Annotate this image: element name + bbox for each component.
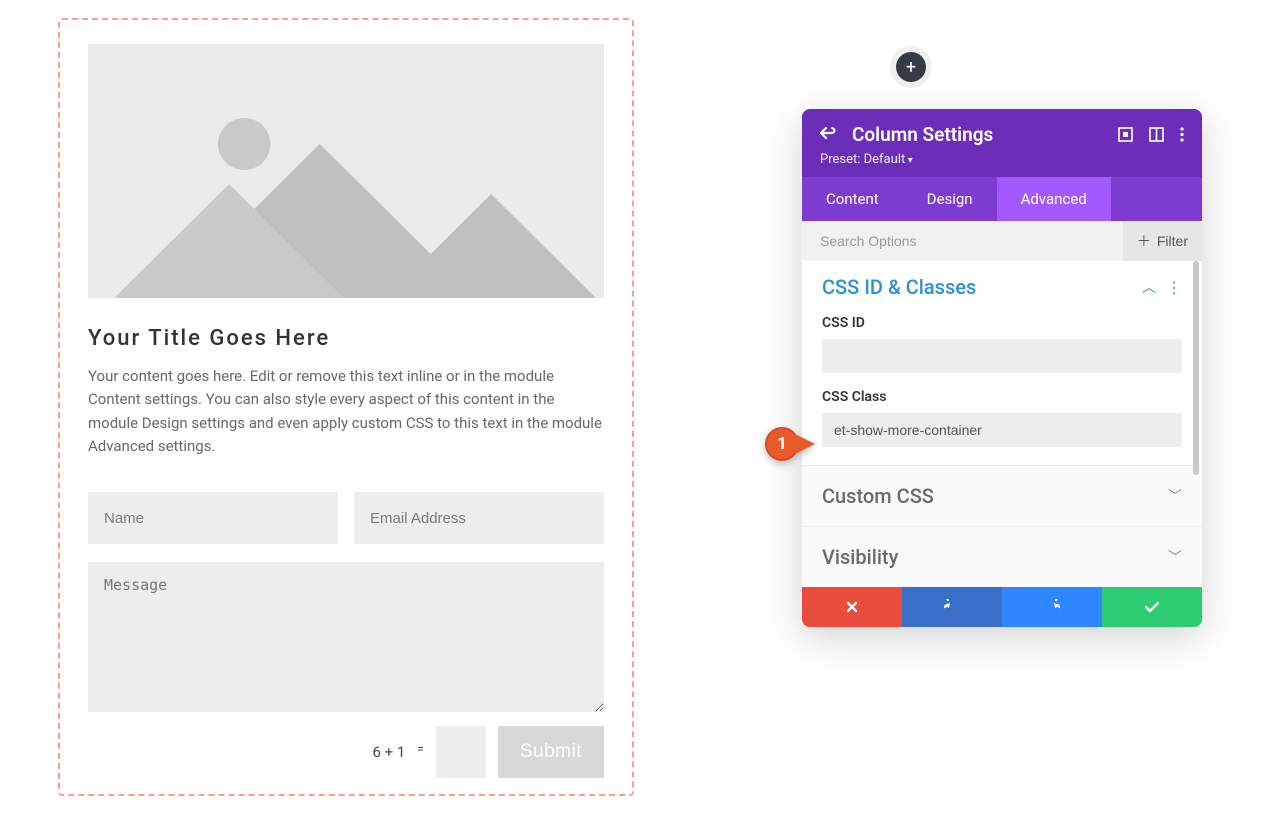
chevron-down-icon: ﹀: [1168, 486, 1182, 506]
chevron-up-icon[interactable]: ︿: [1142, 277, 1156, 297]
css-class-input[interactable]: [822, 413, 1182, 447]
add-fab[interactable]: +: [896, 52, 926, 82]
form-row: [88, 492, 604, 544]
message-field[interactable]: [88, 562, 604, 712]
scrollbar[interactable]: [1193, 261, 1199, 475]
undo-button[interactable]: [902, 587, 1002, 627]
save-button[interactable]: [1102, 587, 1202, 627]
undo-icon: [944, 598, 960, 617]
tab-advanced[interactable]: Advanced: [997, 177, 1111, 221]
callout-arrow-icon: [795, 434, 815, 454]
section-title: Custom CSS: [822, 484, 1168, 508]
section-css-id-classes: CSS ID & Classes ︿ ⋮ CSS ID CSS Class: [802, 261, 1202, 466]
close-icon: [846, 598, 858, 617]
panel-body: CSS ID & Classes ︿ ⋮ CSS ID CSS Class Cu…: [802, 261, 1202, 587]
tab-design[interactable]: Design: [903, 177, 997, 221]
plus-icon: +: [906, 57, 916, 78]
panel-tabs: Content Design Advanced: [802, 177, 1202, 221]
filter-button[interactable]: ＋ Filter: [1123, 221, 1202, 261]
submit-button[interactable]: Submit: [498, 726, 604, 778]
tab-content[interactable]: Content: [802, 177, 903, 221]
cancel-button[interactable]: [802, 587, 902, 627]
section-visibility[interactable]: Visibility ﹀: [802, 527, 1202, 587]
plus-icon: ＋: [1137, 231, 1151, 251]
kebab-icon[interactable]: [1180, 127, 1184, 142]
panel-footer: [802, 587, 1202, 627]
kebab-icon[interactable]: ⋮: [1166, 278, 1182, 297]
settings-panel: Column Settings Preset: Default Content …: [802, 109, 1202, 627]
name-field[interactable]: [88, 492, 338, 544]
content-column: Your Title Goes Here Your content goes h…: [58, 18, 634, 796]
css-id-label: CSS ID: [822, 315, 1182, 331]
check-icon: [1145, 598, 1159, 617]
css-class-label: CSS Class: [822, 389, 1182, 405]
section-custom-css[interactable]: Custom CSS ﹀: [802, 466, 1202, 527]
search-row: ＋ Filter: [802, 221, 1202, 261]
filter-label: Filter: [1157, 233, 1188, 249]
content-title: Your Title Goes Here: [88, 326, 604, 351]
snap-icon[interactable]: [1118, 127, 1133, 142]
callout-number: 1: [765, 427, 799, 461]
section-title: Visibility: [822, 545, 1168, 569]
css-id-input[interactable]: [822, 339, 1182, 373]
back-icon[interactable]: [820, 125, 838, 144]
chevron-down-icon: ﹀: [1168, 547, 1182, 567]
search-input[interactable]: [802, 221, 1123, 261]
redo-icon: [1044, 598, 1060, 617]
panel-header: Column Settings Preset: Default: [802, 109, 1202, 177]
form-bottom-row: 6 + 1 = Submit: [88, 726, 604, 778]
captcha-expression: 6 + 1: [372, 743, 405, 761]
captcha-equals: =: [417, 742, 424, 756]
panel-title: Column Settings: [852, 123, 1104, 146]
email-field[interactable]: [354, 492, 604, 544]
preset-dropdown[interactable]: Preset: Default: [820, 152, 1184, 167]
columns-icon[interactable]: [1149, 127, 1164, 142]
section-title[interactable]: CSS ID & Classes: [822, 275, 1142, 299]
redo-button[interactable]: [1002, 587, 1102, 627]
content-body: Your content goes here. Edit or remove t…: [88, 365, 604, 458]
callout-pointer: 1: [765, 427, 815, 461]
image-placeholder: [88, 44, 604, 298]
captcha-input[interactable]: [436, 726, 486, 778]
